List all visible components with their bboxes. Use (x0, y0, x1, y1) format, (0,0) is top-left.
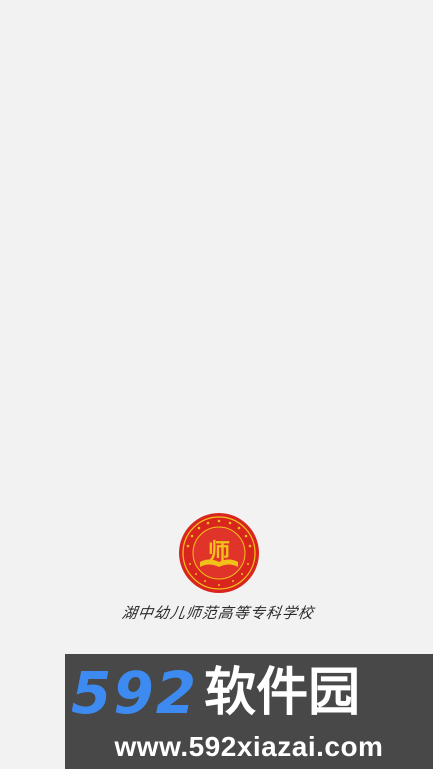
watermark-banner: 592 软件园 www.592xiazai.com (65, 654, 433, 769)
school-name: 湖中幼儿师范高等专科学校 (120, 604, 316, 622)
school-emblem-icon: 师 (178, 512, 260, 594)
emblem-glyph: 师 (208, 539, 230, 565)
splash-screen: 师 湖中幼儿师范高等专科学校 592 软件园 www.592xiazai.com (0, 0, 433, 769)
watermark-chinese: 软件园 (204, 663, 361, 723)
watermark-logo: 592 软件园 (71, 662, 431, 724)
watermark-number: 592 (71, 659, 199, 727)
watermark-url: www.592xiazai.com (114, 731, 384, 762)
